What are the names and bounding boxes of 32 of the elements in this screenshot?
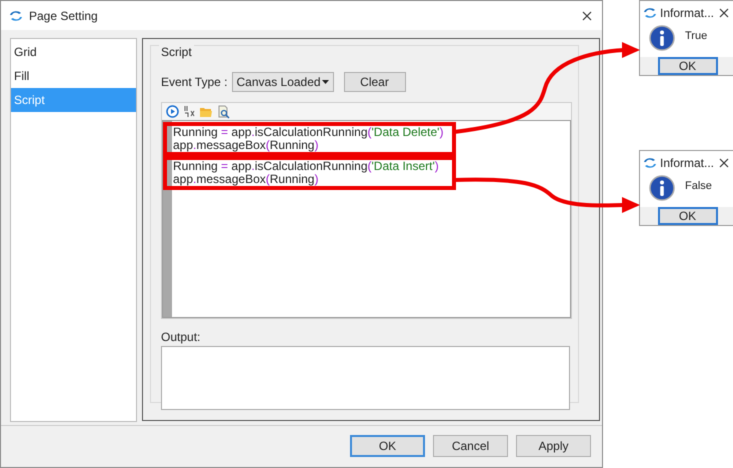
dialog-button[interactable]: Cancel [433, 435, 508, 457]
event-type-label: Event Type : [161, 75, 228, 89]
code-line: app.messageBox(Running) [173, 139, 318, 152]
group-title: Script [159, 45, 194, 59]
sort-icon[interactable] [183, 105, 195, 118]
close-icon[interactable] [719, 158, 729, 168]
app-logo-icon [643, 156, 657, 168]
window-title: Page Setting [29, 8, 99, 22]
script-editor[interactable]: Running = app.isCalculationRunning('Data Delete') app.messageBox(Running) Running = app.isCalculationRunning('Data Insert') app.messageBox(Running) [162, 120, 571, 318]
event-type-dropdown[interactable]: Canvas Loaded [232, 72, 334, 92]
ok-button[interactable]: OK [658, 207, 718, 225]
code-line: Running = app.isCalculationRunning('Data Delete') [173, 126, 444, 139]
sidebar-item[interactable]: Fill [11, 64, 136, 88]
dialog-button[interactable]: OK [350, 435, 425, 457]
sidebar-item[interactable]: Grid [11, 40, 136, 64]
clear-button[interactable]: Clear [344, 72, 406, 92]
app-logo-icon [9, 10, 23, 22]
close-icon[interactable] [582, 10, 592, 20]
dialog-button[interactable]: Apply [516, 435, 591, 457]
message-box-title: Informat... [660, 156, 716, 170]
output-label: Output: [161, 330, 202, 344]
run-icon[interactable] [166, 105, 179, 118]
message-text: True [685, 30, 708, 42]
code-line: Running = app.isCalculationRunning('Data Insert') [173, 160, 440, 173]
close-icon[interactable] [719, 8, 729, 18]
ok-button[interactable]: OK [658, 57, 718, 75]
message-box-title: Informat... [660, 6, 716, 20]
caret-icon [322, 80, 328, 84]
message-text: False [685, 180, 712, 192]
code-line: app.messageBox(Running) [173, 173, 318, 186]
app-logo-icon [643, 6, 657, 18]
document-search-icon[interactable] [217, 104, 230, 118]
